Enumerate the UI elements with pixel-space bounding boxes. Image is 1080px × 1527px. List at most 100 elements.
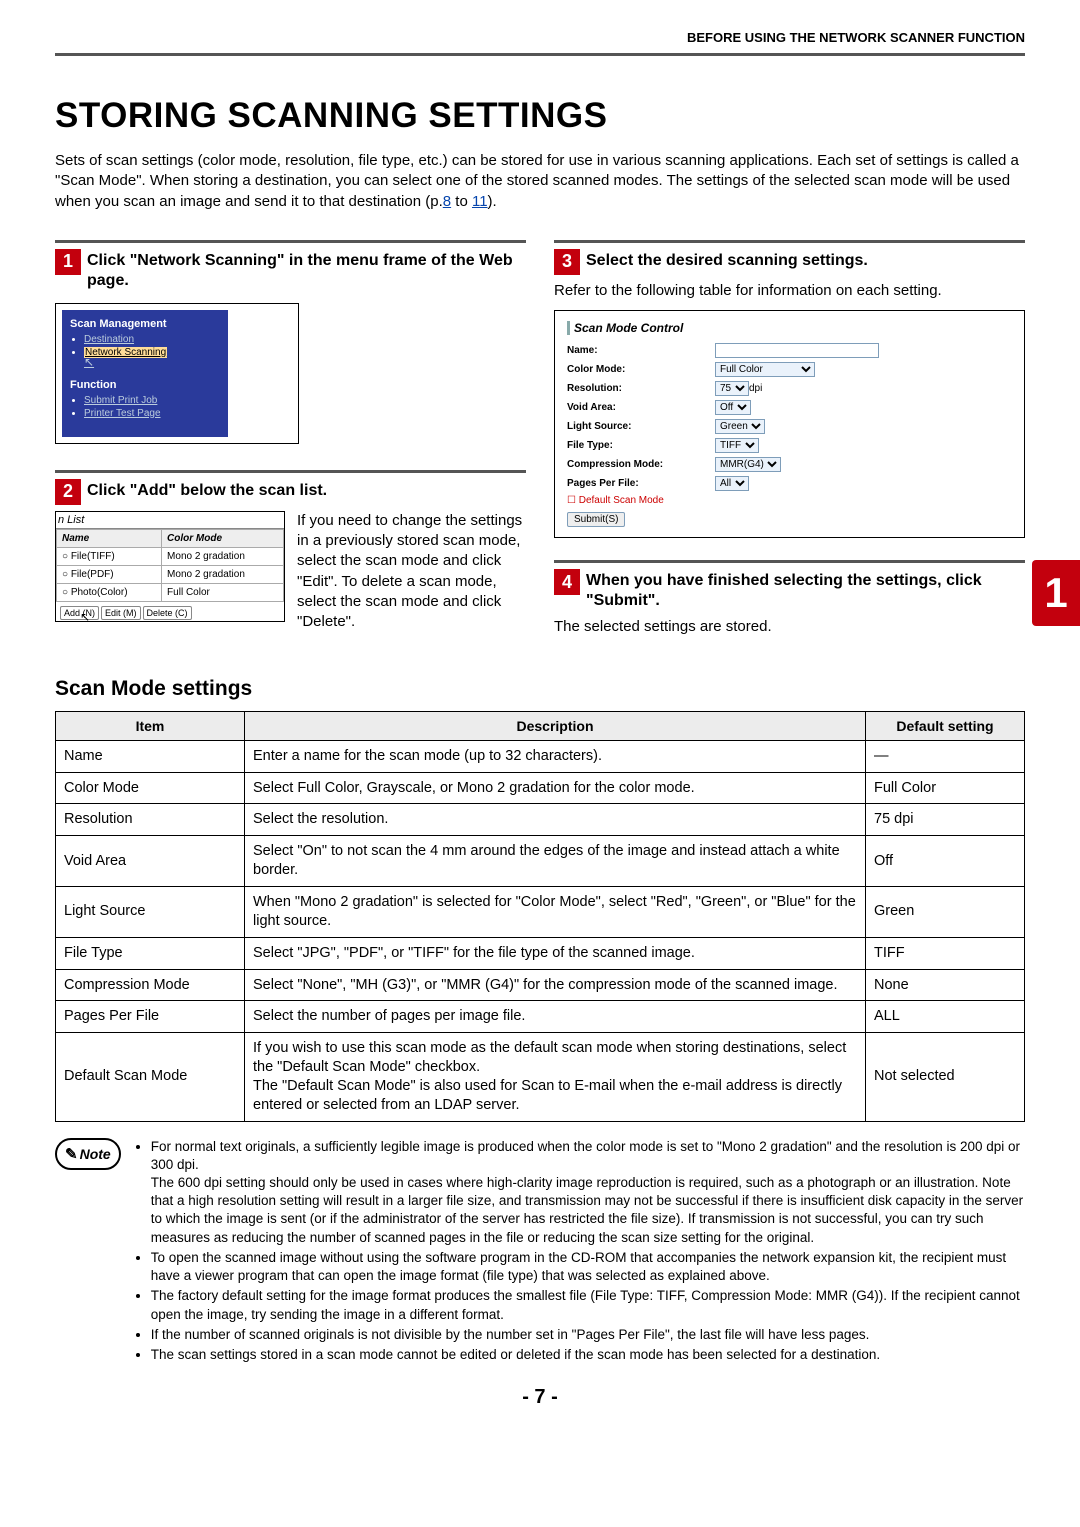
ss3-light-select: Green <box>715 419 765 434</box>
ss1-scan-management: Scan Management <box>70 318 220 330</box>
step-3-body: Refer to the following table for informa… <box>554 281 1025 301</box>
ss3-file-label: File Type: <box>567 440 715 451</box>
settings-table: Item Description Default setting NameEnt… <box>55 711 1025 1122</box>
ss3-pages-select: All <box>715 476 749 491</box>
running-header: BEFORE USING THE NETWORK SCANNER FUNCTIO… <box>55 30 1025 56</box>
ss3-void-select: Off <box>715 400 751 415</box>
td-description: Enter a name for the scan mode (up to 32… <box>245 740 866 772</box>
ss3-default-checkbox: ☐ Default Scan Mode <box>567 495 1012 506</box>
ss3-color-select: Full Color <box>715 362 815 377</box>
ss2-r1-mode: Mono 2 gradation <box>162 547 284 565</box>
table-row: NameEnter a name for the scan mode (up t… <box>56 740 1025 772</box>
td-default: TIFF <box>866 937 1025 969</box>
td-default: Off <box>866 836 1025 887</box>
td-default: 75 dpi <box>866 804 1025 836</box>
ss2-r2-name: ○ File(PDF) <box>57 565 162 583</box>
step-2-body: If you need to change the settings in a … <box>297 511 526 633</box>
intro-to: to <box>451 193 472 210</box>
table-row: ResolutionSelect the resolution.75 dpi <box>56 804 1025 836</box>
td-item: Default Scan Mode <box>56 1033 245 1121</box>
th-item: Item <box>56 711 245 740</box>
ss3-submit-button: Submit(S) <box>567 512 625 527</box>
ss1-network-scanning: Network Scanning <box>84 347 167 358</box>
td-default: Green <box>866 886 1025 937</box>
screenshot-form: Scan Mode Control Name: Color Mode:Full … <box>554 310 1025 538</box>
scan-mode-settings-heading: Scan Mode settings <box>55 677 1025 701</box>
td-default: ALL <box>866 1001 1025 1033</box>
step-number-1: 1 <box>55 249 81 275</box>
ss3-file-select: TIFF <box>715 438 759 453</box>
table-row: Color ModeSelect Full Color, Grayscale, … <box>56 772 1025 804</box>
intro-text-1: Sets of scan settings (color mode, resol… <box>55 152 1019 210</box>
ss3-color-label: Color Mode: <box>567 364 715 375</box>
step-2-title: Click "Add" below the scan list. <box>87 481 327 501</box>
td-description: Select the resolution. <box>245 804 866 836</box>
note-item: The factory default setting for the imag… <box>151 1287 1025 1323</box>
page-link-8[interactable]: 8 <box>443 193 451 210</box>
note-item: To open the scanned image without using … <box>151 1249 1025 1285</box>
page-title: STORING SCANNING SETTINGS <box>55 96 1025 136</box>
td-description: If you wish to use this scan mode as the… <box>245 1033 866 1121</box>
screenshot-list: n List NameColor Mode ○ File(TIFF)Mono 2… <box>55 511 285 622</box>
step-4-body: The selected settings are stored. <box>554 617 1025 637</box>
td-item: Compression Mode <box>56 969 245 1001</box>
table-row: Light SourceWhen "Mono 2 gradation" is s… <box>56 886 1025 937</box>
ss1-function: Function <box>70 379 220 391</box>
note-content: For normal text originals, a sufficientl… <box>135 1138 1025 1367</box>
td-item: Resolution <box>56 804 245 836</box>
screenshot-menu: Scan Management Destination Network Scan… <box>55 303 299 444</box>
step-1-title: Click "Network Scanning" in the menu fra… <box>87 251 526 291</box>
ss3-comp-label: Compression Mode: <box>567 459 715 470</box>
td-description: Select the number of pages per image fil… <box>245 1001 866 1033</box>
ss3-void-label: Void Area: <box>567 402 715 413</box>
ss2-r2-mode: Mono 2 gradation <box>162 565 284 583</box>
ss2-delete-button: Delete (C) <box>143 606 192 620</box>
cursor-icon: ↖ <box>84 355 94 369</box>
td-item: File Type <box>56 937 245 969</box>
ss2-r1-name: ○ File(TIFF) <box>57 547 162 565</box>
table-row: Default Scan ModeIf you wish to use this… <box>56 1033 1025 1121</box>
note-item: For normal text originals, a sufficientl… <box>151 1138 1025 1247</box>
intro-end: ). <box>488 193 497 210</box>
intro-paragraph: Sets of scan settings (color mode, resol… <box>55 151 1025 212</box>
table-row: Pages Per FileSelect the number of pages… <box>56 1001 1025 1033</box>
ss2-caption: n List <box>56 512 284 529</box>
ss3-res-select: 75 <box>715 381 749 396</box>
ss2-r3-name: ○ Photo(Color) <box>57 583 162 601</box>
td-description: Select "On" to not scan the 4 mm around … <box>245 836 866 887</box>
td-default: None <box>866 969 1025 1001</box>
note-item: If the number of scanned originals is no… <box>151 1326 1025 1344</box>
td-description: Select "JPG", "PDF", or "TIFF" for the f… <box>245 937 866 969</box>
td-description: Select "None", "MH (G3)", or "MMR (G4)" … <box>245 969 866 1001</box>
td-item: Pages Per File <box>56 1001 245 1033</box>
ss3-name-input <box>715 343 879 358</box>
td-default: — <box>866 740 1025 772</box>
td-description: Select Full Color, Grayscale, or Mono 2 … <box>245 772 866 804</box>
td-default: Not selected <box>866 1033 1025 1121</box>
th-default: Default setting <box>866 711 1025 740</box>
table-row: Compression ModeSelect "None", "MH (G3)"… <box>56 969 1025 1001</box>
step-number-4: 4 <box>554 569 580 595</box>
ss3-name-label: Name: <box>567 345 715 356</box>
step-4-title: When you have finished selecting the set… <box>586 571 1025 611</box>
td-default: Full Color <box>866 772 1025 804</box>
ss2-th-name: Name <box>57 529 162 547</box>
td-item: Name <box>56 740 245 772</box>
ss2-r3-mode: Full Color <box>162 583 284 601</box>
step-number-3: 3 <box>554 249 580 275</box>
ss3-res-label: Resolution: <box>567 383 715 394</box>
ss3-title: Scan Mode Control <box>567 321 1012 335</box>
ss3-pages-label: Pages Per File: <box>567 478 715 489</box>
table-row: Void AreaSelect "On" to not scan the 4 m… <box>56 836 1025 887</box>
ss3-comp-select: MMR(G4) <box>715 457 781 472</box>
td-item: Light Source <box>56 886 245 937</box>
ss1-printer-test-page: Printer Test Page <box>84 408 161 419</box>
step-number-2: 2 <box>55 479 81 505</box>
page-link-11[interactable]: 11 <box>472 193 488 210</box>
ss3-light-label: Light Source: <box>567 421 715 432</box>
step-3-title: Select the desired scanning settings. <box>586 251 868 271</box>
note-item: The scan settings stored in a scan mode … <box>151 1346 1025 1364</box>
td-description: When "Mono 2 gradation" is selected for … <box>245 886 866 937</box>
note-label: Note <box>55 1138 121 1170</box>
page-number: - 7 - <box>55 1386 1025 1409</box>
